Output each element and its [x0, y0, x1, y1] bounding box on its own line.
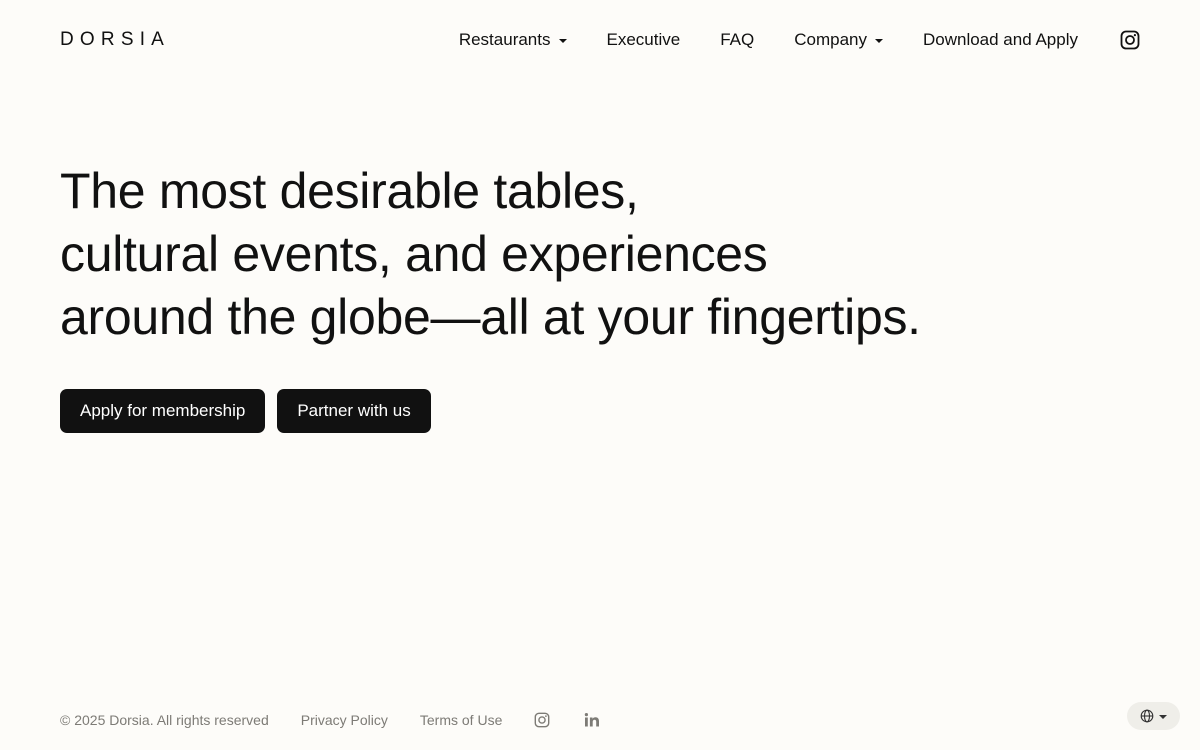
instagram-icon-graphic	[1120, 30, 1140, 50]
copyright-text: © 2025 Dorsia. All rights reserved	[60, 712, 269, 728]
chevron-down-icon	[874, 39, 883, 43]
cta-row: Apply for membership Partner with us	[60, 389, 431, 433]
language-selector[interactable]	[1127, 702, 1180, 730]
nav-download-apply[interactable]: Download and Apply	[923, 30, 1078, 50]
globe-icon	[1140, 709, 1154, 723]
hero-headline: The most desirable tables, cultural even…	[60, 160, 960, 349]
nav-executive-label: Executive	[606, 30, 681, 49]
nav-download-apply-label: Download and Apply	[922, 30, 1078, 49]
brand-logo[interactable]: DORSIA	[60, 29, 170, 51]
main-nav: Restaurants Executive FAQ Company Downlo…	[459, 27, 1140, 53]
nav-restaurants[interactable]: Restaurants	[459, 30, 567, 50]
hero-line-1: The most desirable tables,	[60, 163, 639, 219]
site-header: DORSIA Restaurants Executive FAQ Company…	[0, 0, 1200, 80]
apply-membership-button[interactable]: Apply for membership	[60, 389, 266, 433]
nav-executive[interactable]: Executive	[607, 30, 681, 50]
terms-of-use-link[interactable]: Terms of Use	[420, 712, 502, 728]
nav-restaurants-label: Restaurants	[458, 30, 551, 49]
chevron-down-icon	[558, 39, 567, 43]
privacy-policy-link[interactable]: Privacy Policy	[301, 712, 388, 728]
instagram-icon[interactable]	[1120, 30, 1140, 50]
chevron-down-icon	[1159, 714, 1167, 719]
page: DORSIA Restaurants Executive FAQ Company…	[0, 0, 1200, 750]
partner-button[interactable]: Partner with us	[277, 389, 431, 433]
site-footer: © 2025 Dorsia. All rights reserved Priva…	[60, 708, 600, 732]
hero-line-2: cultural events, and experiences	[60, 226, 768, 282]
footer-linkedin-graphic	[585, 713, 600, 727]
nav-company[interactable]: Company	[794, 30, 883, 50]
nav-company-label: Company	[794, 30, 867, 49]
nav-faq-label: FAQ	[720, 30, 755, 49]
instagram-icon[interactable]	[534, 712, 550, 728]
hero-line-3: around the globe—all at your fingertips.	[60, 289, 921, 345]
linkedin-icon[interactable]	[584, 712, 600, 728]
nav-faq[interactable]: FAQ	[720, 30, 754, 50]
footer-instagram-graphic	[534, 712, 550, 728]
